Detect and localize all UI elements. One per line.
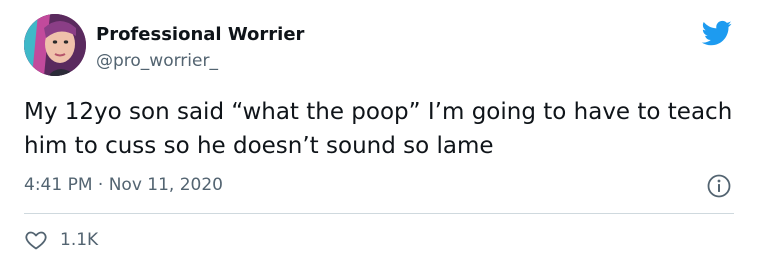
twitter-bird-icon[interactable] <box>700 18 734 48</box>
divider <box>24 213 734 214</box>
tweet-timestamp[interactable]: 4:41 PM · Nov 11, 2020 <box>24 175 223 195</box>
author-display-name[interactable]: Professional Worrier <box>96 24 304 45</box>
author-handle[interactable]: @pro_worrier_ <box>96 51 218 71</box>
heart-icon[interactable] <box>24 228 48 252</box>
avatar[interactable] <box>24 14 86 76</box>
like-count[interactable]: 1.1K <box>60 230 98 250</box>
tweet-text: My 12yo son said “what the poop” I’m goi… <box>24 99 733 159</box>
info-icon[interactable] <box>706 173 732 199</box>
tweet-card: Professional Worrier @pro_worrier_ My 12… <box>0 0 758 270</box>
